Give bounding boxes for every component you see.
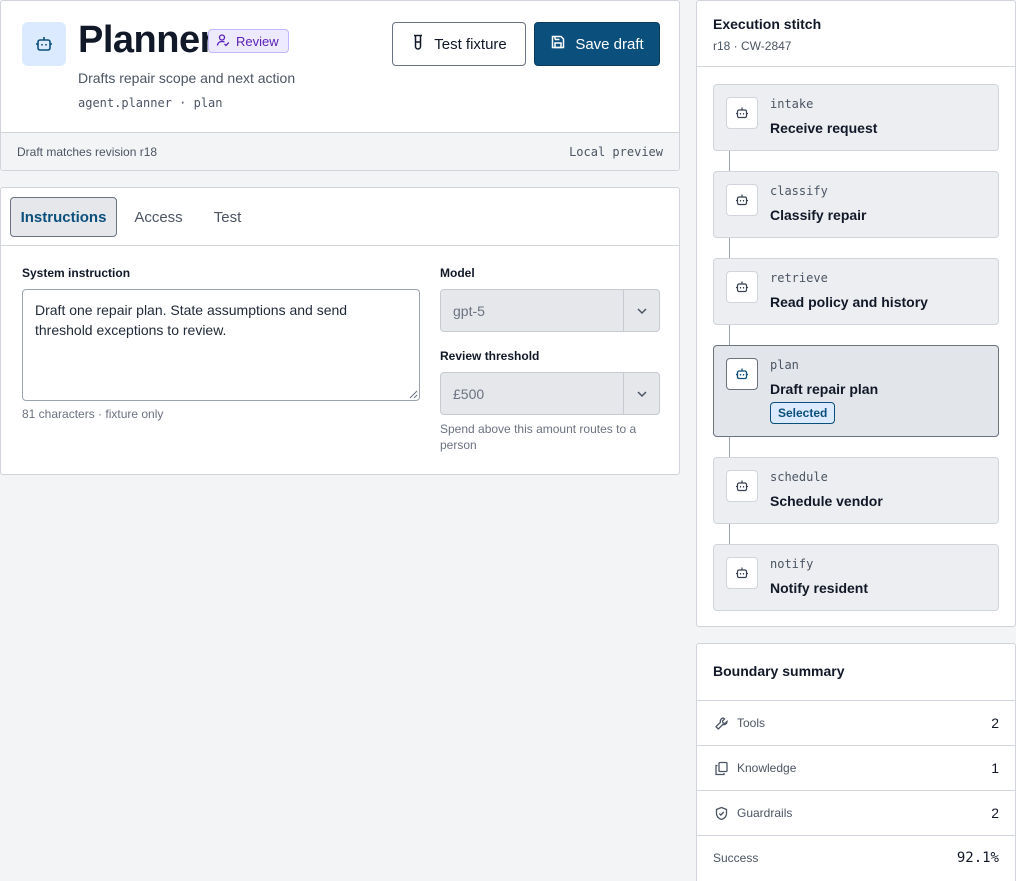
step-title: Receive request [770,120,878,136]
execution-stitch-title: Execution stitch [713,16,822,32]
boundary-row-guardrails: Guardrails 2 [697,790,1015,835]
robot-icon [726,184,758,216]
step-connector [729,324,730,345]
agent-identifier: agent.planner · plan [78,96,223,110]
divider [697,66,1015,67]
step-title: Read policy and history [770,294,928,310]
boundary-row-label: Tools [737,716,766,730]
robot-icon [726,271,758,303]
selected-badge: Selected [770,402,836,424]
step-key: notify [770,557,814,571]
step-connector [729,150,730,171]
boundary-row-label: Guardrails [737,806,793,820]
revision-status-text: Draft matches revision r18 [17,144,158,159]
tab-access[interactable]: Access [125,197,192,237]
execution-stitch-subtitle: r18 · CW-2847 [713,39,792,53]
robot-icon [726,470,758,502]
instruction-char-count: 81 characters · fixture only [22,407,164,421]
boundary-summary-title: Boundary summary [713,663,845,679]
system-instruction-label: System instruction [22,266,131,280]
stitch-step-intake[interactable]: intake Receive request [713,84,999,151]
boundary-row-tools: Tools 2 [697,700,1015,745]
review-threshold-value: £500 [453,385,485,402]
step-title: Notify resident [770,580,869,596]
stitch-step-retrieve[interactable]: retrieve Read policy and history [713,258,999,325]
execution-stitch-panel: Execution stitch r18 · CW-2847 intake Re… [696,0,1016,627]
wrench-icon [713,715,729,731]
model-select-value: gpt-5 [453,302,485,319]
resize-grip-icon[interactable] [409,390,418,399]
test-fixture-label: Test fixture [434,35,507,53]
boundary-summary-panel: Boundary summary Tools 2 Knowledge 1 Gua… [696,643,1016,881]
user-check-icon [216,33,230,50]
boundary-row-value: 2 [991,715,999,731]
step-key: plan [770,358,799,372]
agent-editor-card: Instructions Access Test System instruct… [0,187,680,475]
chevron-down-icon [623,373,659,414]
step-connector [729,523,730,544]
stitch-step-schedule[interactable]: schedule Schedule vendor [713,457,999,524]
chevron-down-icon [623,290,659,331]
flask-icon [411,34,425,54]
documents-icon [713,760,729,776]
agent-header-card: Planner Review Drafts repair scope and n… [0,0,680,171]
step-connector [729,237,730,258]
stitch-step-plan[interactable]: plan Draft repair plan Selected [713,345,999,437]
stitch-step-classify[interactable]: classify Classify repair [713,171,999,238]
robot-icon [726,557,758,589]
boundary-row-value: 1 [991,760,999,776]
step-key: schedule [770,470,828,484]
agent-description: Drafts repair scope and next action [78,70,296,86]
boundary-row-value: 2 [991,805,999,821]
step-connector [729,436,730,457]
success-rate-value: 92.1% [956,850,999,866]
shield-check-icon [713,805,729,821]
tab-instructions[interactable]: Instructions [10,197,117,237]
review-threshold-label: Review threshold [440,349,540,363]
agent-name: Planner [78,19,214,61]
step-title: Classify repair [770,207,867,223]
review-threshold-helper: Spend above this amount routes to a pers… [440,422,637,452]
editor-tabs: Instructions Access Test [1,188,679,246]
revision-status-bar: Draft matches revision r18 Local preview [1,132,679,170]
robot-icon [22,22,66,66]
boundary-row-label: Success [713,851,759,865]
save-draft-label: Save draft [575,35,644,53]
boundary-row-label: Knowledge [737,761,797,775]
step-key: retrieve [770,271,828,285]
boundary-row-knowledge: Knowledge 1 [697,745,1015,790]
tab-test[interactable]: Test [200,197,255,237]
robot-icon [726,97,758,129]
review-badge-label: Review [236,33,279,49]
test-fixture-button[interactable]: Test fixture [392,22,526,66]
system-instruction-input[interactable]: Draft one repair plan. State assumptions… [22,289,420,401]
model-label: Model [440,266,475,280]
boundary-row-success: Success 92.1% [697,835,1015,880]
model-select[interactable]: gpt-5 [440,289,660,332]
save-icon [550,34,566,54]
preview-mode-label: Local preview [569,144,663,159]
step-key: intake [770,97,814,111]
stitch-step-notify[interactable]: notify Notify resident [713,544,999,611]
save-draft-button[interactable]: Save draft [534,22,660,66]
robot-icon [726,358,758,390]
review-threshold-select[interactable]: £500 [440,372,660,415]
review-badge: Review [208,29,289,53]
step-key: classify [770,184,828,198]
step-title: Draft repair plan [770,381,879,397]
step-title: Schedule vendor [770,493,883,509]
